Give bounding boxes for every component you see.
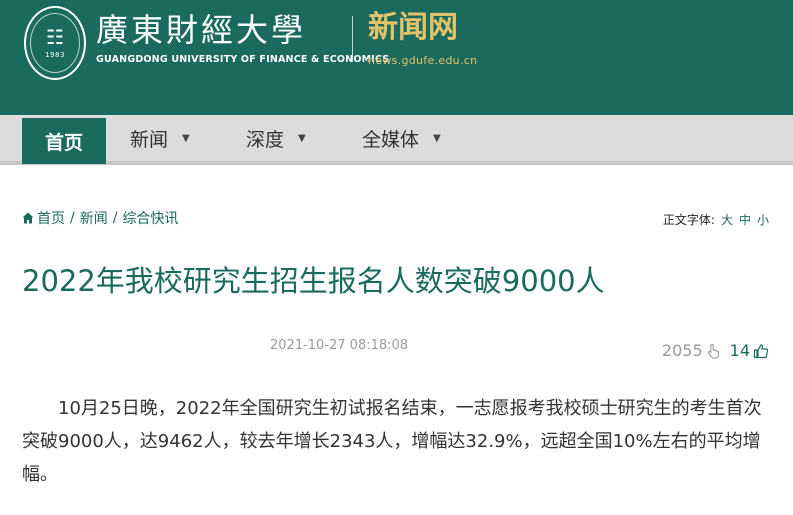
- thumbs-up-icon[interactable]: [753, 343, 769, 359]
- pointer-hand-icon: [707, 343, 719, 359]
- university-name-en: GUANGDONG UNIVERSITY OF FINANCE & ECONOM…: [96, 54, 390, 65]
- nav-item-label: 全媒体: [362, 128, 420, 151]
- site-brand[interactable]: 新闻网: [368, 10, 458, 46]
- nav-item-label: 深度: [246, 128, 285, 151]
- university-seal-logo[interactable]: ☷ 1983: [24, 6, 86, 80]
- view-count: 2055: [661, 341, 703, 360]
- site-header: ☷ 1983 廣東財經大學 GUANGDONG UNIVERSITY OF FI…: [0, 0, 793, 115]
- article-title: 2022年我校研究生招生报名人数突破9000人: [22, 264, 605, 298]
- breadcrumb-separator: /: [70, 210, 75, 226]
- publish-date: 2021-10-27 08:18:08: [270, 338, 409, 353]
- caret-down-icon: ▼: [182, 132, 190, 144]
- header-divider: [352, 16, 353, 62]
- seal-year: 1983: [45, 51, 65, 59]
- seal-emblem-icon: ☷: [46, 25, 64, 49]
- home-icon: [22, 212, 34, 224]
- breadcrumb-separator: /: [112, 210, 118, 226]
- nav-item-label: 新闻: [130, 128, 169, 151]
- breadcrumb-news[interactable]: 新闻: [80, 208, 108, 228]
- font-size-large[interactable]: 大: [721, 213, 733, 227]
- nav-item-all-media[interactable]: 全媒体 ▼: [362, 115, 441, 161]
- site-url: news.gdufe.edu.cn: [368, 54, 478, 67]
- breadcrumb: 首页 / 新闻 / 综合快讯: [22, 208, 178, 228]
- nav-item-label: 首页: [44, 131, 83, 154]
- font-size-small[interactable]: 小: [757, 213, 769, 227]
- font-size-label: 正文字体:: [662, 213, 715, 227]
- caret-down-icon: ▼: [298, 132, 306, 144]
- nav-item-depth[interactable]: 深度 ▼: [246, 115, 306, 161]
- font-size-medium[interactable]: 中: [739, 213, 751, 227]
- nav-item-news[interactable]: 新闻 ▼: [130, 115, 190, 161]
- like-count: 14: [729, 341, 750, 360]
- article-body: 10月25日晚，2022年全国研究生初试报名结束，一志愿报考我校硕士研究生的考生…: [22, 398, 762, 485]
- caret-down-icon: ▼: [433, 132, 441, 144]
- font-size-selector: 正文字体: 大中小: [663, 211, 769, 228]
- breadcrumb-quick-news[interactable]: 综合快讯: [122, 208, 178, 228]
- breadcrumb-home[interactable]: 首页: [37, 208, 65, 228]
- main-nav: 首页 新闻 ▼ 深度 ▼ 全媒体 ▼: [0, 115, 793, 165]
- article-stats: 2055 14: [662, 341, 769, 360]
- nav-item-home[interactable]: 首页: [22, 118, 106, 164]
- university-name-cn[interactable]: 廣東財經大學: [96, 12, 306, 48]
